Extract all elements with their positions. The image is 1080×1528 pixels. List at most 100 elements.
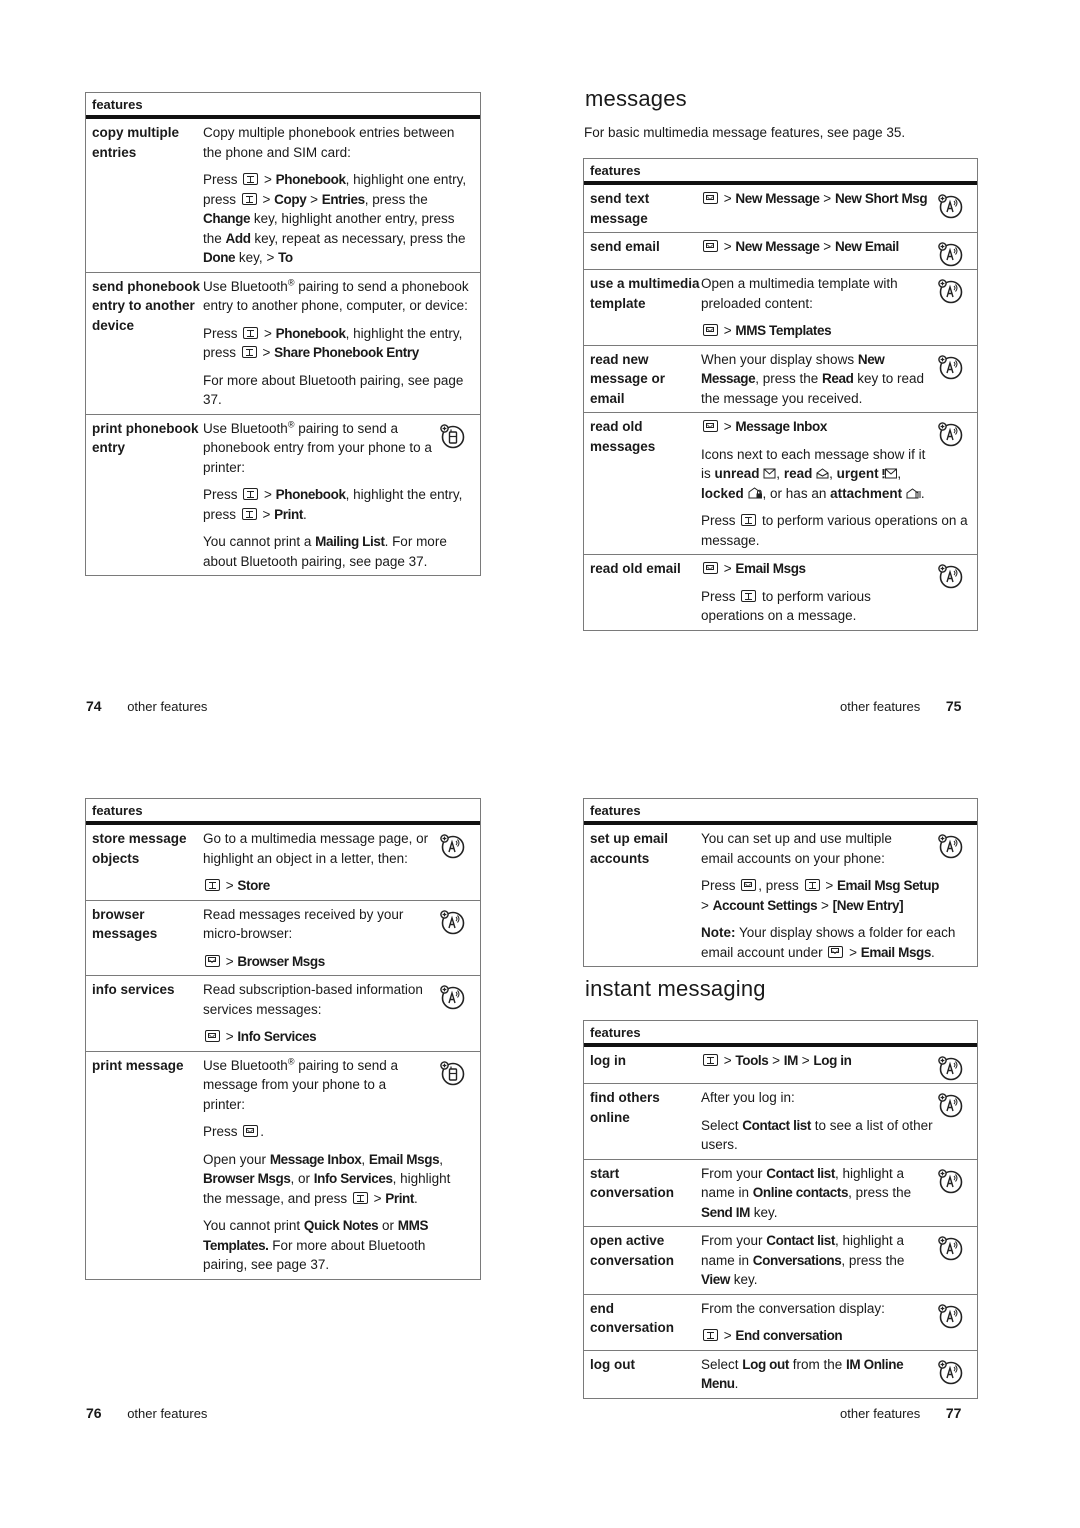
section-title-messages: messages (585, 86, 687, 111)
feature-name: store message objects (92, 831, 187, 866)
feature-description: Use Bluetooth® pairing to send a message… (203, 1056, 451, 1273)
table-row: end conversation From the conversation d… (584, 1293, 977, 1350)
table-row: set up email accounts You can set up and… (584, 825, 977, 966)
feature-description: > Tools > IM > Log in (701, 1049, 937, 1079)
footer-label: other features (840, 1406, 921, 1421)
network-dependent-icon (937, 563, 963, 589)
network-dependent-icon (439, 833, 465, 859)
menu-key-icon (703, 1054, 718, 1066)
table-row: log out Select Log out from the IM Onlin… (584, 1349, 977, 1398)
table-row: log in > Tools > IM > Log in (584, 1047, 977, 1083)
feature-description: > Message Inbox Icons next to each messa… (701, 419, 968, 548)
table-row: use a multimedia template Open a multime… (584, 269, 977, 345)
menu-key-icon (804, 879, 820, 891)
feature-name: print message (92, 1057, 184, 1073)
feature-description: Read messages received by your micro-bro… (203, 906, 404, 969)
feature-name: send email (590, 239, 660, 254)
table-row: send phonebook entry to another device U… (86, 271, 480, 414)
attachment-envelope-icon (906, 488, 921, 499)
message-key-icon (703, 192, 718, 204)
table-row: open active conversation From your Conta… (584, 1226, 977, 1294)
table-row: copy multiple entries Copy multiple phon… (86, 119, 480, 272)
table-header: features (584, 159, 977, 185)
table-header: features (86, 93, 480, 119)
feature-description: Use Bluetooth® pairing to send a phonebo… (203, 277, 469, 408)
page77-email-table: features set up email accounts You can s… (583, 798, 978, 967)
feature-description: Select Log out from the IM Online Menu. (701, 1356, 904, 1392)
section-intro: For basic multimedia message features, s… (584, 125, 906, 140)
feature-description: From the conversation display: > End con… (701, 1300, 885, 1344)
unread-envelope-icon (763, 468, 776, 479)
network-dependent-icon (937, 193, 963, 219)
page77-footer: other features 77 (840, 1405, 961, 1421)
feature-name: find others online (590, 1090, 660, 1125)
bluetooth-print-icon (439, 1060, 465, 1086)
table-header: features (584, 1021, 977, 1047)
table-row: read old email > Email Msgs Press to per… (584, 554, 977, 630)
feature-name: start conversation (590, 1165, 675, 1201)
feature-name: log out (590, 1356, 635, 1372)
feature-description: After you log in: Select Contact list to… (701, 1090, 933, 1152)
feature-name: read new message or email (590, 351, 666, 406)
footer-label: other features (127, 699, 208, 714)
feature-description: When your display shows New Message, pre… (701, 351, 925, 406)
feature-description: Open a multimedia template with preloade… (701, 276, 898, 338)
message-key-icon (828, 945, 844, 958)
table-row: print message Use Bluetooth® pairing to … (86, 1050, 480, 1279)
network-dependent-icon (937, 833, 963, 859)
locked-envelope-icon (748, 487, 763, 499)
urgent-envelope-icon (882, 468, 897, 479)
feature-description: > New Message > New Short Msg (701, 187, 937, 228)
feature-name: print phonebook entry (92, 420, 199, 456)
menu-key-icon (241, 346, 257, 358)
page-number: 74 (86, 698, 102, 714)
feature-description: From your Contact list, highlight a name… (701, 1233, 905, 1287)
bluetooth-print-icon (439, 423, 465, 449)
message-key-icon (741, 879, 757, 891)
page76-footer: 76 other features (86, 1405, 207, 1421)
page76-features-table: features store message objects Go to a m… (85, 798, 481, 1280)
menu-key-icon (741, 514, 757, 526)
feature-description: > Email Msgs Press to perform various op… (701, 561, 871, 623)
menu-key-icon (243, 488, 259, 500)
feature-name: set up email accounts (590, 831, 669, 866)
message-key-icon (205, 1030, 220, 1042)
menu-key-icon (741, 589, 757, 602)
table-row: read new message or email When your disp… (584, 344, 977, 413)
page75-footer: other features 75 (840, 698, 961, 714)
message-key-icon (703, 562, 718, 574)
table-header: features (86, 799, 480, 825)
message-key-icon (703, 324, 718, 336)
network-dependent-icon (439, 984, 465, 1010)
footer-label: other features (127, 1406, 208, 1421)
feature-name: info services (92, 982, 175, 997)
network-dependent-icon (937, 1168, 963, 1194)
read-envelope-icon (816, 468, 829, 479)
table-row: info services Read subscription-based in… (86, 975, 480, 1051)
network-dependent-icon (937, 421, 963, 447)
feature-name: send text message (590, 191, 650, 226)
page-number: 76 (86, 1405, 102, 1421)
feature-name: copy multiple entries (92, 125, 180, 160)
page74-footer: 74 other features (86, 698, 207, 714)
feature-name: browser messages (92, 906, 158, 942)
menu-key-icon (352, 1191, 368, 1204)
feature-name: use a multimedia template (590, 276, 700, 311)
feature-description: Copy multiple phonebook entries between … (203, 121, 471, 268)
network-dependent-icon (937, 1055, 963, 1081)
feature-description: > New Message > New Email (701, 235, 937, 265)
network-dependent-icon (937, 278, 963, 304)
table-row: browser messages Read messages received … (86, 899, 480, 976)
section-title-instant-messaging: instant messaging (585, 976, 766, 1001)
feature-description: Go to a multimedia message page, or high… (203, 831, 429, 893)
table-row: read old messages > Message Inbox Icons … (584, 412, 977, 554)
network-dependent-icon (937, 1303, 963, 1329)
table-row: start conversation From your Contact lis… (584, 1158, 977, 1227)
network-dependent-icon (937, 241, 963, 267)
page-number: 77 (945, 1405, 962, 1421)
message-key-icon (703, 420, 718, 432)
page75-features-table: features send text message > New Message… (583, 158, 978, 631)
network-dependent-icon (937, 1235, 963, 1261)
menu-key-icon (243, 326, 259, 339)
feature-description: From your Contact list, highlight a name… (701, 1165, 912, 1220)
